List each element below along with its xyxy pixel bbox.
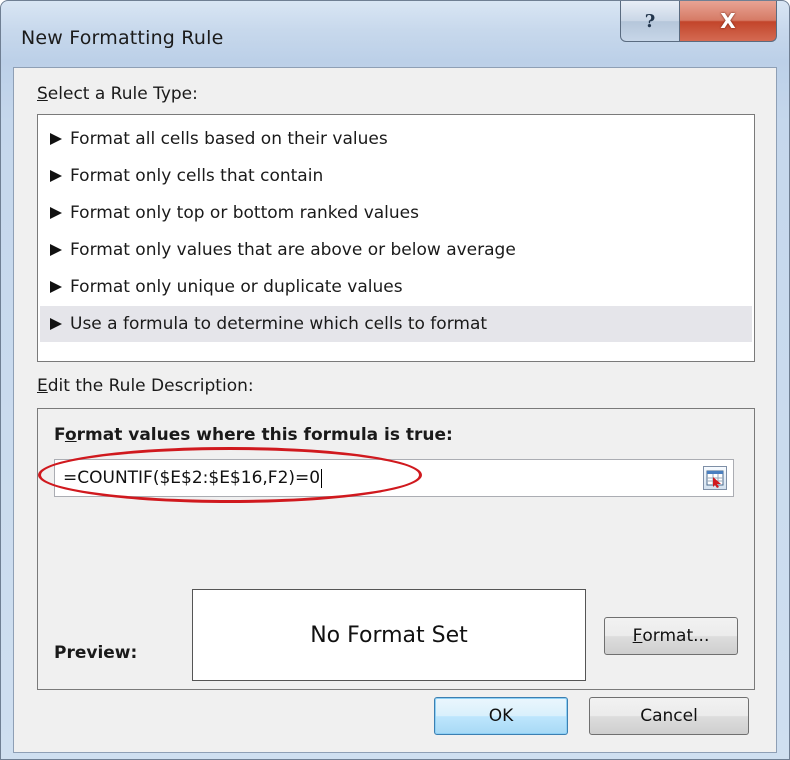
edit-rule-description-label: Edit the Rule Description: bbox=[37, 376, 254, 396]
right-triangle-icon bbox=[50, 281, 62, 293]
right-triangle-icon bbox=[50, 244, 62, 256]
list-item[interactable]: Format only cells that contain bbox=[40, 158, 752, 194]
formula-label: Format values where this formula is true… bbox=[54, 425, 453, 445]
help-button[interactable]: ? bbox=[620, 1, 680, 42]
list-item[interactable]: Format only values that are above or bel… bbox=[40, 232, 752, 268]
list-item[interactable]: Format only unique or duplicate values bbox=[40, 269, 752, 305]
list-item-selected[interactable]: Use a formula to determine which cells t… bbox=[40, 306, 752, 342]
cancel-button[interactable]: Cancel bbox=[589, 697, 749, 735]
preview-box: No Format Set bbox=[192, 589, 586, 681]
rule-description-panel: Format values where this formula is true… bbox=[37, 408, 755, 690]
formula-value: =COUNTIF($E$2:$E$16,F2)=0 bbox=[63, 468, 323, 488]
collapse-dialog-button[interactable] bbox=[703, 466, 727, 490]
rule-type-list[interactable]: Format all cells based on their values F… bbox=[37, 114, 755, 362]
caption-buttons: ? X bbox=[620, 1, 777, 43]
ok-button[interactable]: OK bbox=[434, 697, 568, 735]
list-item[interactable]: Format all cells based on their values bbox=[40, 121, 752, 157]
right-triangle-icon bbox=[50, 207, 62, 219]
format-button[interactable]: Format... bbox=[604, 617, 738, 655]
list-item[interactable]: Format only top or bottom ranked values bbox=[40, 195, 752, 231]
text-caret bbox=[321, 468, 323, 488]
preview-label: Preview: bbox=[54, 643, 138, 663]
window-title: New Formatting Rule bbox=[21, 27, 224, 49]
right-triangle-icon bbox=[50, 170, 62, 182]
collapse-dialog-icon bbox=[706, 470, 724, 488]
new-formatting-rule-dialog: New Formatting Rule ? X Select a Rule Ty… bbox=[0, 0, 790, 760]
preview-text: No Format Set bbox=[310, 622, 468, 648]
formula-input[interactable]: =COUNTIF($E$2:$E$16,F2)=0 bbox=[54, 459, 734, 497]
help-icon: ? bbox=[644, 10, 656, 32]
title-bar[interactable]: New Formatting Rule ? X bbox=[1, 1, 789, 71]
close-button[interactable]: X bbox=[680, 1, 777, 42]
dialog-body: Select a Rule Type: Format all cells bas… bbox=[13, 67, 777, 753]
right-triangle-icon bbox=[50, 133, 62, 145]
select-rule-type-label: Select a Rule Type: bbox=[37, 84, 198, 104]
close-icon: X bbox=[720, 9, 736, 33]
right-triangle-icon bbox=[50, 318, 62, 330]
